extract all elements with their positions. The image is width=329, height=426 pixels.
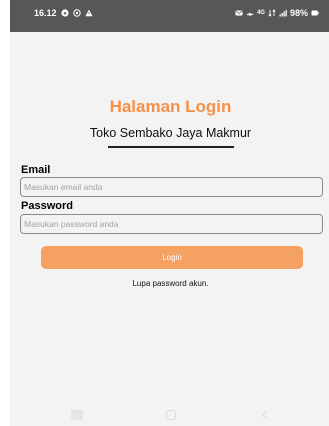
page-title: Halaman Login [109,97,232,116]
network-type: 4G [256,10,265,16]
password-field[interactable] [20,214,323,234]
warning-icon [84,9,93,17]
back-icon[interactable] [258,408,272,422]
title-divider [108,146,234,148]
status-bar: 16.12 4G 98% [10,0,329,32]
password-label: Password [21,200,73,212]
home-icon[interactable] [164,408,178,422]
notification-icon [60,9,69,17]
navigation-bar [10,404,329,426]
status-right: 4G 98% [235,8,319,18]
hotspot-icon [246,9,254,17]
status-time: 16.12 [34,8,57,18]
cast-icon [72,9,81,17]
email-label: Email [21,164,51,176]
login-button[interactable]: Login [41,246,303,269]
store-name: Toko Sembako Jaya Makmur [89,126,252,140]
message-icon [235,9,243,17]
email-field[interactable] [20,177,323,197]
battery-percentage: 98% [289,8,308,18]
phone-screen: 16.12 4G 98% Halaman Login Toko Sembako … [10,0,329,426]
data-icon [268,9,276,17]
recent-apps-icon[interactable] [70,408,84,422]
signal-icon [279,9,287,17]
battery-icon [311,9,319,17]
status-left: 16.12 [34,8,93,18]
forgot-password-link[interactable]: Lupa password akun. [10,279,329,288]
